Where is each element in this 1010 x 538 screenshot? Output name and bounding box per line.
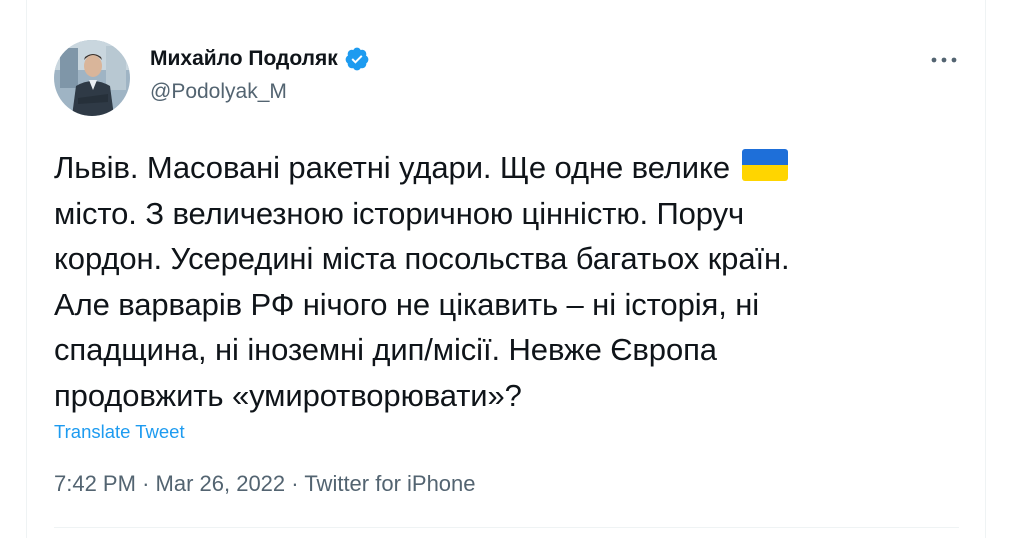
- tweet-date[interactable]: Mar 26, 2022: [156, 471, 286, 496]
- tweet-text: Львів. Масовані ракетні удари. Ще одне в…: [54, 145, 954, 418]
- verified-badge-icon: [344, 46, 370, 72]
- profile-photo-icon: [54, 40, 130, 116]
- tweet-source[interactable]: Twitter for iPhone: [304, 471, 475, 496]
- translate-tweet-link[interactable]: Translate Tweet: [54, 421, 185, 443]
- tweet-line: місто. З величезною історичною цінністю.…: [54, 195, 745, 231]
- tweet-line: кордон. Усередині міста посольства багат…: [54, 241, 790, 276]
- tweet-line: спадщина, ні іноземні дип/місії. Невже Є…: [54, 332, 717, 367]
- author-display-name[interactable]: Михайло Подоляк: [150, 47, 338, 71]
- meta-separator: ·: [291, 471, 299, 496]
- divider: [54, 527, 959, 528]
- tweet-line: продовжить «умиротворювати»?: [54, 377, 522, 413]
- avatar[interactable]: [54, 40, 130, 116]
- tweet-line: Львів. Масовані ракетні удари. Ще одне в…: [54, 145, 954, 191]
- tweet-meta: 7:42 PM · Mar 26, 2022 · Twitter for iPh…: [54, 471, 476, 497]
- tweet-line: Але варварів РФ нічого не цікавить – ні …: [54, 286, 760, 322]
- author-handle[interactable]: @Podolyak_M: [150, 80, 287, 104]
- author-name-row: Михайло Подоляк: [150, 46, 370, 72]
- more-options-icon[interactable]: [928, 48, 960, 72]
- meta-separator: ·: [142, 471, 150, 496]
- tweet-time[interactable]: 7:42 PM: [54, 471, 136, 496]
- ukraine-flag-emoji-icon: [741, 148, 788, 181]
